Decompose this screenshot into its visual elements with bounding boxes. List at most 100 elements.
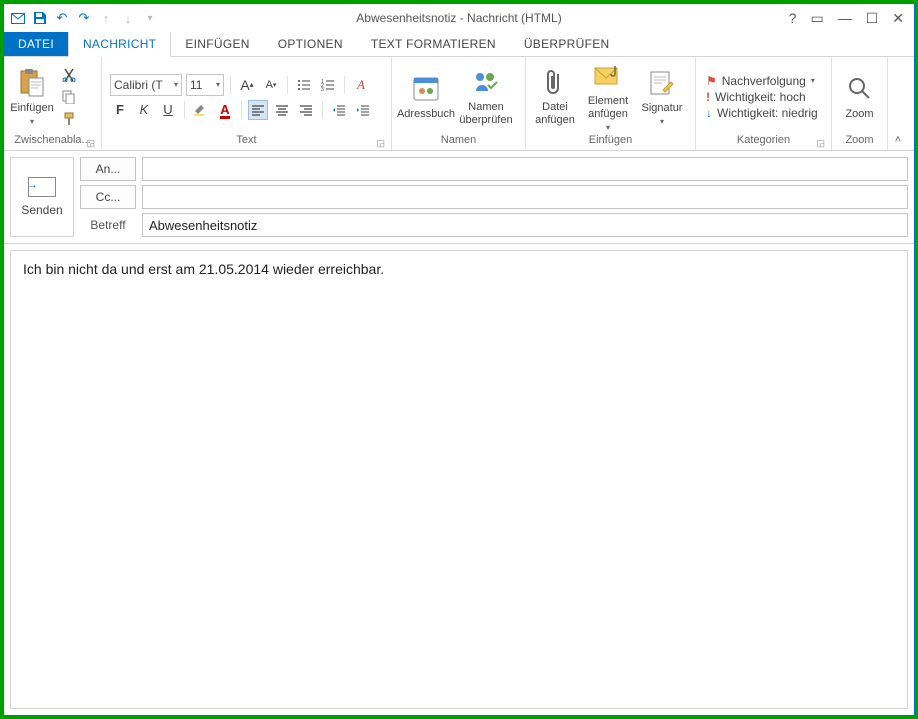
compose-header: Senden An... Cc... Betreff xyxy=(4,151,914,244)
followup-button[interactable]: ⚑ Nachverfolgung ▾ xyxy=(706,74,818,88)
subject-row: Betreff xyxy=(80,213,908,237)
text-dialog-icon[interactable]: ◲ xyxy=(376,138,385,149)
group-clipboard: Einfügen ▾ Zwischenabla...◲ xyxy=(4,57,102,150)
cc-button[interactable]: Cc... xyxy=(80,185,136,209)
tab-review[interactable]: ÜBERPRÜFEN xyxy=(510,32,624,56)
underline-button[interactable]: U xyxy=(158,100,178,120)
high-importance-label: Wichtigkeit: hoch xyxy=(715,90,806,104)
message-body[interactable]: Ich bin nicht da und erst am 21.05.2014 … xyxy=(10,250,908,709)
attach-item-button[interactable]: Element anfügen ▾ xyxy=(580,61,636,133)
tab-file[interactable]: DATEI xyxy=(4,32,68,56)
checknames-button[interactable]: Namen überprüfen xyxy=(456,61,516,133)
group-clipboard-label: Zwischenabla... xyxy=(14,134,90,146)
low-importance-label: Wichtigkeit: niedrig xyxy=(717,106,818,120)
tab-options[interactable]: OPTIONEN xyxy=(264,32,357,56)
align-right-icon[interactable] xyxy=(296,100,316,120)
send-icon xyxy=(28,177,56,197)
save-icon[interactable] xyxy=(32,10,48,26)
clear-formatting-icon[interactable]: A xyxy=(351,75,371,95)
app-window: ↶ ↷ ↑ ↓ ▾ Abwesenheitsnotiz - Nachricht … xyxy=(3,3,915,716)
group-zoom-label: Zoom xyxy=(845,134,873,146)
magnifier-icon xyxy=(844,73,876,105)
chevron-down-icon: ▾ xyxy=(606,123,610,132)
help-icon[interactable]: ? xyxy=(789,10,797,27)
ribbon-tabs: DATEI NACHRICHT EINFÜGEN OPTIONEN TEXT F… xyxy=(4,32,914,57)
redo-icon[interactable]: ↷ xyxy=(76,10,92,26)
tags-dialog-icon[interactable]: ◲ xyxy=(816,138,825,149)
decrease-indent-icon[interactable] xyxy=(329,100,349,120)
high-importance-button[interactable]: ! Wichtigkeit: hoch xyxy=(706,90,818,104)
format-painter-icon[interactable] xyxy=(60,110,78,128)
to-input[interactable] xyxy=(142,157,908,181)
group-include-label: Einfügen xyxy=(589,134,632,146)
close-icon[interactable]: ✕ xyxy=(892,10,904,27)
align-center-icon[interactable] xyxy=(272,100,292,120)
group-tags-label: Kategorien xyxy=(737,134,790,146)
highlight-icon[interactable] xyxy=(191,100,211,120)
signature-label: Signatur xyxy=(642,102,683,115)
bold-button[interactable]: F xyxy=(110,100,130,120)
attach-item-icon xyxy=(592,61,624,93)
svg-text:3: 3 xyxy=(321,87,324,92)
cc-input[interactable] xyxy=(142,185,908,209)
low-importance-button[interactable]: ↓ Wichtigkeit: niedrig xyxy=(706,106,818,120)
font-size-combo[interactable]: 11▾ xyxy=(186,74,224,96)
signature-icon xyxy=(646,67,678,99)
to-row: An... xyxy=(80,157,908,181)
cc-row: Cc... xyxy=(80,185,908,209)
paste-icon xyxy=(16,67,48,99)
checknames-label: Namen überprüfen xyxy=(456,101,516,126)
tab-format-text[interactable]: TEXT FORMATIEREN xyxy=(357,32,510,56)
chevron-down-icon: ▾ xyxy=(811,76,815,85)
group-tags: ⚑ Nachverfolgung ▾ ! Wichtigkeit: hoch ↓… xyxy=(696,57,832,150)
align-left-icon[interactable] xyxy=(248,100,268,120)
next-item-icon[interactable]: ↓ xyxy=(120,10,136,26)
to-button[interactable]: An... xyxy=(80,157,136,181)
group-include: Datei anfügen Element anfügen ▾ Signatur… xyxy=(526,57,696,150)
paste-button[interactable]: Einfügen ▾ xyxy=(8,61,56,133)
flag-icon: ⚑ xyxy=(706,74,717,88)
importance-high-icon: ! xyxy=(706,90,710,104)
copy-icon[interactable] xyxy=(60,88,78,106)
signature-button[interactable]: Signatur ▾ xyxy=(636,61,688,133)
attach-item-label: Element anfügen xyxy=(580,95,636,120)
prev-item-icon[interactable]: ↑ xyxy=(98,10,114,26)
subject-input[interactable] xyxy=(142,213,908,237)
followup-label: Nachverfolgung xyxy=(722,74,806,88)
body-text: Ich bin nicht da und erst am 21.05.2014 … xyxy=(23,261,384,277)
envelope-icon[interactable] xyxy=(10,10,26,26)
maximize-icon[interactable]: ☐ xyxy=(866,10,879,27)
addressbook-label: Adressbuch xyxy=(397,108,455,121)
paste-label: Einfügen xyxy=(10,102,53,115)
importance-low-icon: ↓ xyxy=(706,106,712,120)
minimize-icon[interactable]: — xyxy=(838,10,852,27)
numbering-icon[interactable]: 123 xyxy=(318,75,338,95)
qat-customize-icon[interactable]: ▾ xyxy=(142,10,158,26)
send-label: Senden xyxy=(21,203,62,217)
group-names-label: Namen xyxy=(441,134,476,146)
shrink-font-icon[interactable]: A▾ xyxy=(261,75,281,95)
ribbon-display-icon[interactable]: ▭ xyxy=(810,10,823,27)
tab-insert[interactable]: EINFÜGEN xyxy=(171,32,263,56)
attach-file-button[interactable]: Datei anfügen xyxy=(530,61,580,133)
font-family-combo[interactable]: Calibri (T▾ xyxy=(110,74,182,96)
addressbook-button[interactable]: Adressbuch xyxy=(396,61,456,133)
italic-button[interactable]: K xyxy=(134,100,154,120)
font-color-icon[interactable]: A xyxy=(215,100,235,120)
undo-icon[interactable]: ↶ xyxy=(54,10,70,26)
group-text-label: Text xyxy=(236,134,256,146)
bullets-icon[interactable] xyxy=(294,75,314,95)
cut-icon[interactable] xyxy=(60,66,78,84)
quick-access-toolbar: ↶ ↷ ↑ ↓ ▾ xyxy=(4,10,164,26)
grow-font-icon[interactable]: A▴ xyxy=(237,75,257,95)
increase-indent-icon[interactable] xyxy=(353,100,373,120)
send-button[interactable]: Senden xyxy=(10,157,74,237)
collapse-ribbon-icon[interactable]: ˄ xyxy=(888,57,908,150)
attach-file-label: Datei anfügen xyxy=(530,101,580,126)
zoom-button[interactable]: Zoom xyxy=(836,61,883,133)
tab-message[interactable]: NACHRICHT xyxy=(68,31,171,57)
chevron-down-icon: ▾ xyxy=(660,117,664,126)
ribbon: Einfügen ▾ Zwischenabla...◲ xyxy=(4,57,914,151)
window-controls: ? ▭ — ☐ ✕ xyxy=(779,10,914,27)
clipboard-dialog-icon[interactable]: ◲ xyxy=(86,138,95,149)
